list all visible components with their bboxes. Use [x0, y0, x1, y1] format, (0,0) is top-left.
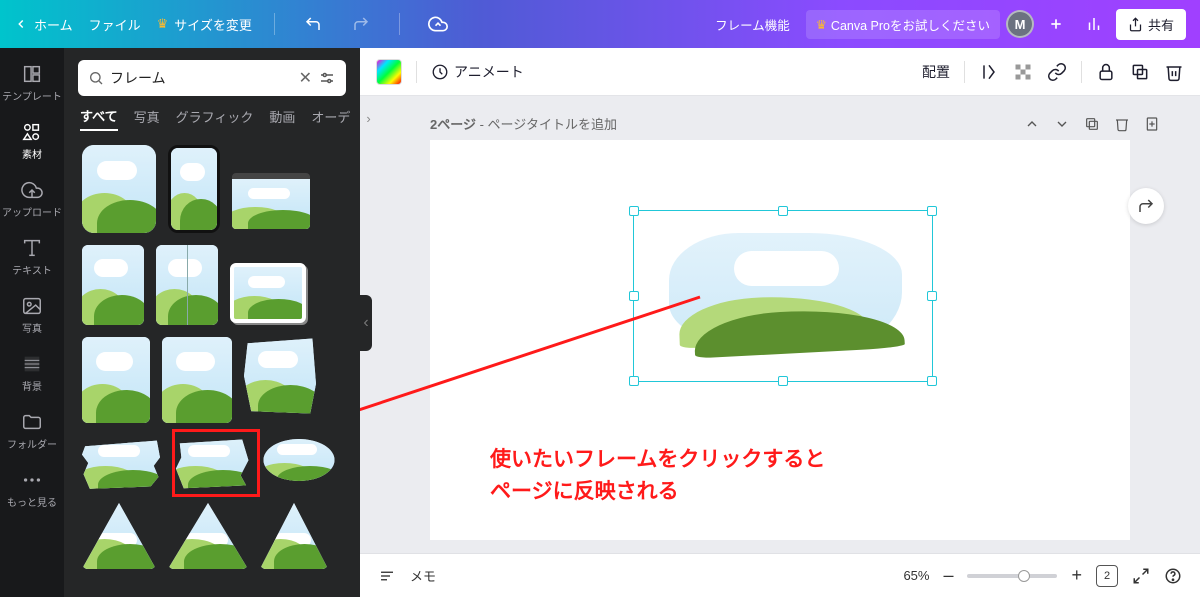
frame-thumb[interactable] [82, 337, 150, 423]
animate-button[interactable]: アニメート [431, 62, 524, 82]
frame-thumb[interactable] [244, 337, 316, 415]
canvas-area: アニメート 配置 2ページ - ページタイトルを追加 [360, 48, 1200, 597]
frame-thumb[interactable] [82, 145, 156, 233]
frame-thumb[interactable] [168, 145, 220, 233]
page-duplicate-icon[interactable] [1084, 116, 1100, 132]
delete-icon[interactable] [1164, 62, 1184, 82]
rail-elements[interactable]: 素材 [0, 112, 64, 170]
filter-icon[interactable] [318, 69, 336, 87]
add-member-button[interactable] [1040, 8, 1072, 40]
page-title-text[interactable]: 2ページ - ページタイトルを追加 [430, 114, 617, 133]
duplicate-icon[interactable] [1130, 62, 1150, 82]
color-picker-button[interactable] [376, 59, 402, 85]
floating-redo-button[interactable] [1128, 188, 1164, 224]
notes-button[interactable]: メモ [410, 566, 436, 585]
home-button[interactable]: ホーム [14, 15, 73, 34]
page-add-icon[interactable] [1144, 116, 1160, 132]
rail-folders[interactable]: フォルダー [0, 402, 64, 460]
divider [964, 61, 965, 83]
lock-icon[interactable] [1096, 62, 1116, 82]
frame-thumb[interactable] [230, 263, 306, 323]
frame-thumb[interactable] [162, 337, 232, 423]
tab-all[interactable]: すべて [80, 106, 118, 131]
crown-icon: ♛ [816, 17, 827, 32]
canvas-page[interactable] [430, 140, 1130, 540]
top-header: ホーム ファイル ♛ サイズを変更 フレーム機能 ♛ Canva Proをお試し… [0, 0, 1200, 48]
position-button[interactable]: 配置 [922, 62, 950, 82]
link-icon[interactable] [1047, 62, 1067, 82]
chevron-left-icon [14, 17, 28, 31]
share-icon [1128, 17, 1143, 32]
tab-audio[interactable]: オーデ [311, 107, 350, 130]
frame-thumb[interactable] [168, 503, 248, 569]
crown-icon: ♛ [157, 16, 169, 32]
cloud-sync-icon[interactable] [422, 8, 454, 40]
rail-uploads[interactable]: アップロード [0, 170, 64, 228]
zoom-percent[interactable]: 65% [903, 568, 929, 583]
selected-frame-element[interactable] [644, 221, 922, 371]
frames-grid [64, 141, 360, 597]
redo-button[interactable] [345, 8, 377, 40]
divider [416, 61, 417, 83]
tab-graphics[interactable]: グラフィック [176, 107, 254, 130]
selection-box[interactable] [633, 210, 933, 382]
undo-button[interactable] [297, 8, 329, 40]
search-input[interactable] [110, 70, 293, 86]
frame-thumb[interactable] [82, 435, 160, 491]
canvas-toolbar: アニメート 配置 [360, 48, 1200, 96]
notes-icon[interactable] [378, 567, 396, 585]
page-delete-icon[interactable] [1114, 116, 1130, 132]
divider [1081, 61, 1082, 83]
frame-thumb[interactable] [262, 435, 336, 485]
effects-icon[interactable] [979, 62, 999, 82]
animate-icon [431, 63, 449, 81]
tab-video[interactable]: 動画 [269, 107, 295, 130]
insights-button[interactable] [1078, 8, 1110, 40]
help-icon[interactable] [1164, 567, 1182, 585]
page-down-icon[interactable] [1054, 116, 1070, 132]
stage[interactable]: 2ページ - ページタイトルを追加 [360, 96, 1200, 553]
frame-thumb-highlighted[interactable] [172, 435, 250, 491]
zoom-in-button[interactable]: + [1071, 565, 1082, 586]
asset-tabs: すべて 写真 グラフィック 動画 オーデ › [64, 106, 360, 141]
search-input-wrap: ✕ [78, 60, 346, 96]
pro-cta-button[interactable]: ♛ Canva Proをお試しください [806, 10, 1000, 39]
home-label: ホーム [34, 15, 73, 34]
page-count-button[interactable]: 2 [1096, 565, 1118, 587]
fullscreen-icon[interactable] [1132, 567, 1150, 585]
nav-rail: テンプレート 素材 アップロード テキスト 写真 背景 フォルダー もっと見る [0, 48, 64, 597]
avatar[interactable]: M [1006, 10, 1034, 38]
frame-thumb[interactable] [82, 503, 156, 569]
search-icon [88, 70, 104, 86]
page-up-icon[interactable] [1024, 116, 1040, 132]
share-button[interactable]: 共有 [1116, 9, 1186, 40]
divider [399, 13, 400, 35]
zoom-slider[interactable] [967, 574, 1057, 578]
rail-background[interactable]: 背景 [0, 344, 64, 402]
rail-templates[interactable]: テンプレート [0, 54, 64, 112]
frame-thumb[interactable] [232, 173, 310, 229]
file-menu[interactable]: ファイル [89, 15, 141, 34]
bottom-bar: メモ 65% – + 2 [360, 553, 1200, 597]
tab-photos[interactable]: 写真 [134, 107, 160, 130]
assets-panel: ✕ すべて 写真 グラフィック 動画 オーデ › [64, 48, 360, 597]
frame-thumb[interactable] [260, 503, 328, 569]
rail-more[interactable]: もっと見る [0, 460, 64, 518]
divider [274, 13, 275, 35]
resize-button[interactable]: ♛ サイズを変更 [157, 15, 252, 34]
zoom-out-button[interactable]: – [943, 565, 953, 586]
frame-feature-label[interactable]: フレーム機能 [705, 10, 800, 39]
rail-text[interactable]: テキスト [0, 228, 64, 286]
rail-photos[interactable]: 写真 [0, 286, 64, 344]
frame-thumb[interactable] [156, 245, 218, 325]
transparency-icon[interactable] [1013, 62, 1033, 82]
clear-search-button[interactable]: ✕ [299, 68, 312, 88]
frame-thumb[interactable] [82, 245, 144, 325]
